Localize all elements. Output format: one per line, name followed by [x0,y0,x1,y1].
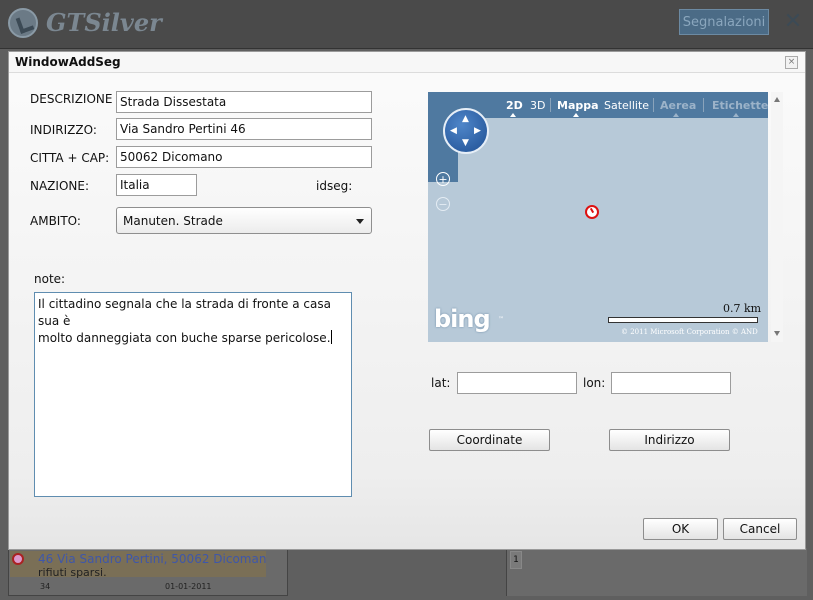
ambito-select[interactable]: Manuten. Strade [116,207,372,234]
zoom-in-icon[interactable]: + [436,172,450,186]
note-line-1: Il cittadino segnala che la strada di fr… [38,297,331,328]
ok-button[interactable]: OK [643,518,718,540]
note-line-2: molto danneggiata con buche sparse peric… [38,331,331,345]
bing-trademark: ™ [498,316,504,323]
segnalazioni-button[interactable]: Segnalazioni [679,9,769,35]
note-textarea[interactable]: Il cittadino segnala che la strada di fr… [34,292,352,497]
ambito-selected-value: Manuten. Strade [123,214,223,228]
background-right-panel [506,548,807,596]
map-aerea-indicator [673,113,679,117]
indirizzo-button[interactable]: Indirizzo [609,429,730,451]
map-separator [550,98,551,112]
cancel-button[interactable]: Cancel [723,518,797,540]
app-header: GTSilver Segnalazioni ✕ [0,0,813,49]
map-scale-label: 0.7 km [723,302,762,315]
nazione-input[interactable] [116,174,197,196]
app-close-icon[interactable]: ✕ [782,10,804,34]
coordinate-button[interactable]: Coordinate [429,429,550,451]
map-2d-indicator [510,113,516,117]
map-separator [653,98,654,112]
add-report-dialog: WindowAddSeg × DESCRIZIONE INDIRIZZO: CI… [8,51,806,550]
background-item-id: 34 [40,582,51,591]
descrizione-label: DESCRIZIONE [30,92,113,106]
background-item-date: 01-01-2011 [165,582,212,591]
lat-label: lat: [431,376,451,390]
citta-cap-label: CITTA + CAP: [30,151,110,165]
scroll-down-icon[interactable] [774,331,780,336]
map-style-satellite[interactable]: Satellite [604,99,649,112]
note-line-2-wrap: molto danneggiata con buche sparse peric… [38,330,348,347]
dialog-title: WindowAddSeg [15,55,121,69]
descrizione-input[interactable] [116,91,372,113]
bing-map[interactable]: 2D 3D Mappa Satellite Aerea Etichette ▲ … [428,92,768,342]
map-etichette-indicator [733,113,739,117]
dialog-close-icon[interactable]: × [785,56,798,69]
map-separator [703,98,704,112]
map-mode-3d[interactable]: 3D [530,99,545,112]
map-style-aerea[interactable]: Aerea [660,99,696,112]
background-item-link[interactable]: 46 Via Sandro Pertini, 50062 Dicomano I [38,552,266,566]
zoom-out-icon[interactable]: − [436,197,450,211]
indirizzo-label: INDIRIZZO: [30,123,97,137]
map-labels-etichette[interactable]: Etichette [712,99,768,112]
map-mappa-indicator [573,113,579,117]
map-scale-bar [608,317,758,323]
idseg-label: idseg: [316,179,353,193]
app-logo-icon [8,8,38,38]
map-mode-2d[interactable]: 2D [506,99,523,112]
background-item-text: rifiuti sparsi. [38,566,107,579]
indirizzo-input[interactable] [116,118,372,140]
map-style-mappa[interactable]: Mappa [557,99,599,112]
lon-input[interactable] [611,372,731,394]
report-marker-icon [12,553,24,565]
app-title: GTSilver [46,8,162,37]
chevron-down-icon [356,219,364,224]
map-scrollbar[interactable] [771,92,783,342]
location-pin-icon[interactable] [585,205,599,219]
ambito-label: AMBITO: [30,214,81,228]
citta-cap-input[interactable] [116,146,372,168]
dialog-titlebar[interactable]: WindowAddSeg × [9,52,805,73]
scroll-up-icon[interactable] [774,97,780,102]
note-label: note: [34,272,66,286]
text-caret [330,330,332,344]
nazione-label: NAZIONE: [30,179,89,193]
map-pan-compass-icon[interactable]: ▲ ▼ ◀ ▶ [443,108,489,154]
background-page-number[interactable]: 1 [510,551,522,569]
bing-logo: bing [434,305,491,333]
lon-label: lon: [583,376,606,390]
map-copyright: © 2011 Microsoft Corporation © AND [621,328,758,336]
lat-input[interactable] [457,372,577,394]
